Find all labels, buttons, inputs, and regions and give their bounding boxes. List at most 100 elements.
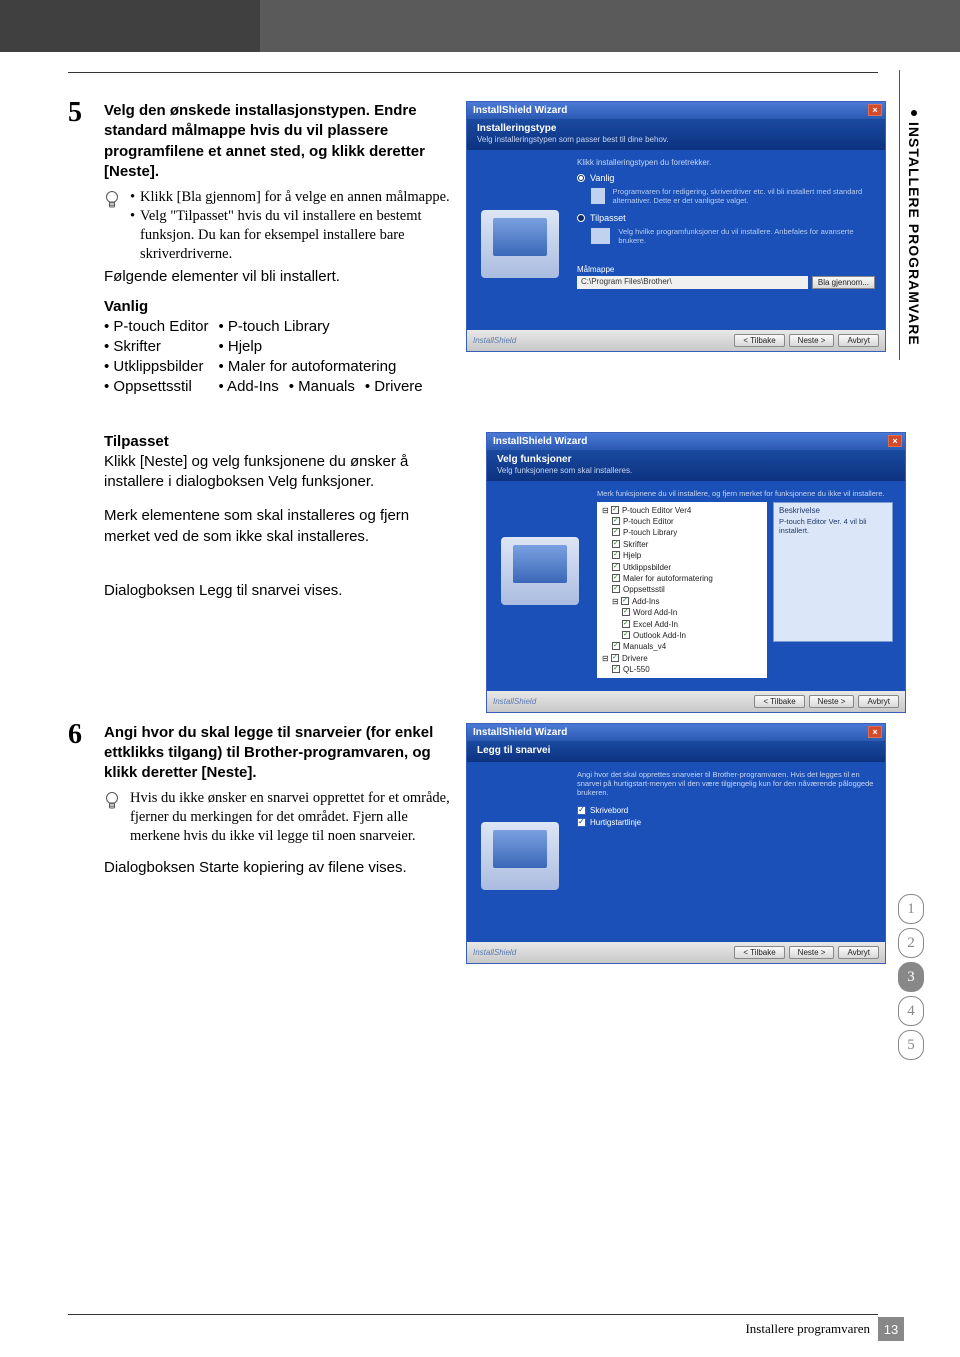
header-bar-dark xyxy=(0,0,260,52)
tree-item[interactable]: Skrifter xyxy=(623,540,648,549)
list-item: • P-touch Editor xyxy=(104,317,208,337)
opt-vanlig[interactable]: Vanlig xyxy=(590,173,614,183)
tree-item[interactable]: Add-Ins xyxy=(632,597,660,606)
footer-rule xyxy=(68,1314,878,1315)
bullet-icon xyxy=(911,110,917,116)
vanlig-list: • P-touch Editor • P-touch Library • Skr… xyxy=(104,317,452,398)
tree-item[interactable]: Excel Add-In xyxy=(633,620,678,629)
list-item: • Manuals xyxy=(289,377,355,397)
chk-desktop[interactable]: Skrivebord xyxy=(590,806,628,815)
top-rule xyxy=(68,72,878,73)
vanlig-header: Vanlig xyxy=(104,298,452,315)
dest-path: C:\Program Files\Brother\ xyxy=(577,276,808,289)
tree-item[interactable]: Oppsettsstil xyxy=(623,585,665,594)
radio-icon[interactable] xyxy=(577,174,585,182)
close-icon[interactable]: × xyxy=(868,104,882,116)
wizard2-line: Merk funksjonene du vil installere, og f… xyxy=(597,489,895,498)
next-button[interactable]: Neste > xyxy=(809,695,855,708)
wizard-line: Klikk installeringstypen du foretrekker. xyxy=(577,158,875,167)
nav-3[interactable]: 3 xyxy=(898,962,924,992)
nav-1[interactable]: 1 xyxy=(898,894,924,924)
step5-following: Følgende elementer vil bli installert. xyxy=(104,267,452,287)
list-item: • Maler for autoformatering xyxy=(218,357,452,377)
section-tab: INSTALLERE PROGRAMVARE xyxy=(904,106,924,350)
cancel-button[interactable]: Avbryt xyxy=(838,334,879,347)
nav-5[interactable]: 5 xyxy=(898,1030,924,1060)
pkg-icon xyxy=(591,228,610,244)
lightbulb-icon xyxy=(104,791,122,846)
close-icon[interactable]: × xyxy=(888,435,902,447)
checkbox-icon[interactable] xyxy=(577,818,586,827)
feature-tree[interactable]: ⊟ P-touch Editor Ver4 P-touch Editor P-t… xyxy=(597,502,767,679)
wizard-header: Velg funksjoner xyxy=(497,454,895,465)
tree-item[interactable]: P-touch Editor xyxy=(623,517,674,526)
close-icon[interactable]: × xyxy=(868,726,882,738)
tree-item[interactable]: Manuals_v4 xyxy=(623,642,666,651)
tree-item[interactable]: Drivere xyxy=(622,654,648,663)
cancel-button[interactable]: Avbryt xyxy=(838,946,879,959)
list-item: • Hjelp xyxy=(218,337,452,357)
step-5: 5 Velg den ønskede installasjonstypen. E… xyxy=(68,101,906,398)
dialog-text-2: Dialogboksen Starte kopiering av filene … xyxy=(104,858,452,878)
list-item: • Utklippsbilder xyxy=(104,357,208,377)
header-bar xyxy=(0,0,960,52)
tree-item[interactable]: Outlook Add-In xyxy=(633,631,686,640)
tree-item[interactable]: P-touch Library xyxy=(623,528,677,537)
list-item: • Drivere xyxy=(365,377,423,397)
dest-label: Målmappe xyxy=(577,265,875,274)
wizard-subheader: Velg installeringstypen som passer best … xyxy=(477,135,875,144)
opt-tilpasset[interactable]: Tilpasset xyxy=(590,213,626,223)
desc-text: P-touch Editor Ver. 4 vil bli installert… xyxy=(779,517,887,535)
tree-item[interactable]: QL-550 xyxy=(623,665,650,674)
lightbulb-icon xyxy=(104,190,122,263)
browse-button[interactable]: Bla gjennom... xyxy=(812,276,875,289)
step5-lead: Velg den ønskede installasjonstypen. End… xyxy=(104,101,452,182)
section-nav: 1 2 3 4 5 xyxy=(898,894,924,1060)
section-tab-label: INSTALLERE PROGRAMVARE xyxy=(906,122,922,346)
wizard-title: InstallShield Wizard xyxy=(473,105,567,116)
tree-item[interactable]: Word Add-In xyxy=(633,608,677,617)
nav-4[interactable]: 4 xyxy=(898,996,924,1026)
wizard-install-type: InstallShield Wizard× Installeringstype … xyxy=(466,101,886,352)
chk-quicklaunch[interactable]: Hurtigstartlinje xyxy=(590,818,641,827)
wizard-title: InstallShield Wizard xyxy=(493,436,587,447)
nav-2[interactable]: 2 xyxy=(898,928,924,958)
next-button[interactable]: Neste > xyxy=(789,946,835,959)
tilpasset-p2: Merk elementene som skal installeres og … xyxy=(104,506,436,547)
page-footer: Installere programvaren 13 xyxy=(745,1317,904,1341)
tree-item[interactable]: Maler for autoformatering xyxy=(623,574,713,583)
cancel-button[interactable]: Avbryt xyxy=(858,695,899,708)
desc-header: Beskrivelse xyxy=(779,506,887,515)
wizard-header: Legg til snarvei xyxy=(477,745,875,756)
tree-item[interactable]: P-touch Editor Ver4 xyxy=(622,506,691,515)
pkg-icon xyxy=(591,188,605,204)
tree-item[interactable]: Utklippsbilder xyxy=(623,563,671,572)
list-item: • Add-Ins xyxy=(218,377,278,397)
step6-lead: Angi hvor du skal legge til snarveier (f… xyxy=(104,723,452,784)
list-item: • Oppsettsstil xyxy=(104,377,208,397)
wizard3-info: Angi hvor det skal opprettes snarveier t… xyxy=(577,770,875,798)
dialog-text-1: Dialogboksen Legg til snarvei vises. xyxy=(104,581,436,601)
checkbox-icon[interactable] xyxy=(577,806,586,815)
wizard-subheader: Velg funksjonene som skal installeres. xyxy=(497,466,895,475)
step6-tip: Hvis du ikke ønsker en snarvei opprettet… xyxy=(130,789,452,846)
tree-item[interactable]: Hjelp xyxy=(623,551,641,560)
opt2-desc: Velg hvilke programfunksjoner du vil ins… xyxy=(618,227,875,245)
back-button[interactable]: < Tilbake xyxy=(734,946,784,959)
list-item: • P-touch Library xyxy=(218,317,452,337)
radio-icon[interactable] xyxy=(577,214,585,222)
step-number: 6 xyxy=(68,719,90,964)
step-number: 5 xyxy=(68,97,90,398)
tilpasset-header: Tilpasset xyxy=(104,432,436,452)
back-button[interactable]: < Tilbake xyxy=(734,334,784,347)
brand: InstallShield xyxy=(473,948,516,957)
wizard-header: Installeringstype xyxy=(477,123,875,134)
computer-icon xyxy=(481,822,559,890)
brand: InstallShield xyxy=(473,336,516,345)
next-button[interactable]: Neste > xyxy=(789,334,835,347)
side-rule xyxy=(899,70,900,360)
footer-text: Installere programvaren xyxy=(745,1321,870,1337)
back-button[interactable]: < Tilbake xyxy=(754,695,804,708)
opt1-desc: Programvaren for redigering, skriverdriv… xyxy=(613,187,875,205)
tilpasset-block: Tilpasset Klikk [Neste] og velg funksjon… xyxy=(104,432,436,671)
